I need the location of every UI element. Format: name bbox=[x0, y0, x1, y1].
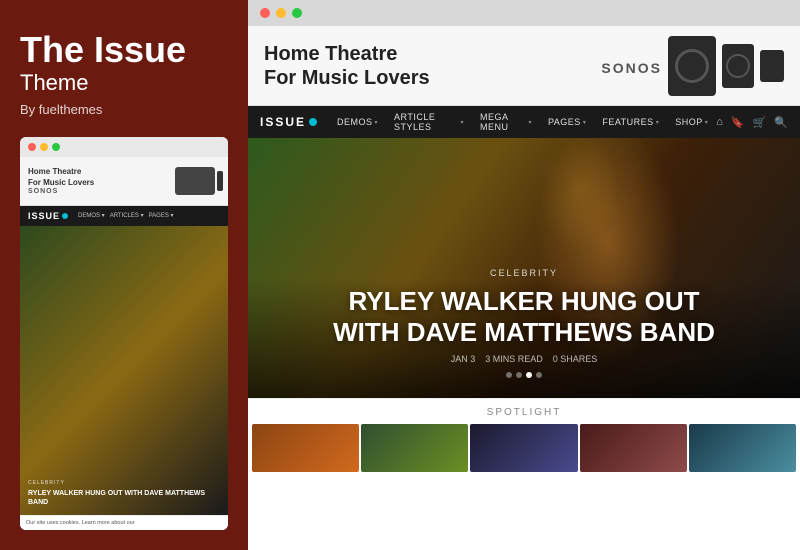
hero-dot-3-active[interactable] bbox=[526, 372, 532, 378]
nav-item-shop-label: SHOP bbox=[675, 117, 703, 127]
mini-logo-dot bbox=[62, 213, 68, 219]
browser-dot-yellow[interactable] bbox=[276, 8, 286, 18]
mini-ad-banner: Home Theatre For Music Lovers SONOS bbox=[20, 157, 228, 206]
spotlight-image-3[interactable] bbox=[470, 424, 577, 472]
browser-chrome bbox=[248, 0, 800, 26]
nav-features-arrow: ▾ bbox=[656, 119, 660, 126]
nav-item-demos-label: DEMOS bbox=[337, 117, 373, 127]
hero-section: CELEBRITY RYLEY WALKER HUNG OUT WITH DAV… bbox=[248, 138, 800, 398]
nav-shop-arrow: ▾ bbox=[705, 119, 709, 126]
nav-mega-arrow: ▾ bbox=[528, 119, 532, 126]
theme-subtitle: Theme bbox=[20, 70, 228, 96]
ad-text: Home Theatre For Music Lovers bbox=[264, 42, 430, 90]
browser-dot-green[interactable] bbox=[292, 8, 302, 18]
mini-ad-line1: Home Theatre bbox=[28, 166, 94, 177]
home-icon[interactable]: ⌂ bbox=[716, 116, 723, 128]
mini-dot-yellow bbox=[40, 143, 48, 151]
hero-title: RYLEY WALKER HUNG OUT WITH DAVE MATTHEWS… bbox=[272, 286, 776, 348]
browser-dot-red[interactable] bbox=[260, 8, 270, 18]
hero-dot-1[interactable] bbox=[506, 372, 512, 378]
hero-dot-2[interactable] bbox=[516, 372, 522, 378]
ad-speakers-image: SONOS bbox=[601, 36, 784, 96]
mini-logo: ISSUE bbox=[28, 211, 68, 221]
mini-ad-brand: SONOS bbox=[28, 188, 94, 195]
ad-tagline-line1: Home Theatre bbox=[264, 42, 430, 66]
hero-date: JAN 3 bbox=[451, 354, 476, 364]
hero-dot-4[interactable] bbox=[536, 372, 542, 378]
nav-icons: ⌂ 🔖 🛒 🔍 bbox=[716, 116, 788, 129]
mini-logo-text: ISSUE bbox=[28, 211, 60, 221]
ad-brand: SONOS bbox=[601, 60, 662, 76]
mini-hero: CELEBRITY RYLEY WALKER HUNG OUT WITH DAV… bbox=[20, 226, 228, 515]
mini-hero-content: CELEBRITY RYLEY WALKER HUNG OUT WITH DAV… bbox=[28, 480, 220, 507]
hero-title-line2: WITH DAVE MATTHEWS BAND bbox=[333, 317, 715, 347]
nav-demos-arrow: ▾ bbox=[375, 119, 379, 126]
mini-hero-title: RYLEY WALKER HUNG OUT WITH DAVE MATTHEWS… bbox=[28, 489, 220, 507]
spotlight-image-4[interactable] bbox=[580, 424, 687, 472]
mini-nav-item: DEMOS ▾ bbox=[78, 212, 105, 219]
nav-item-article-styles[interactable]: ARTICLE STYLES ▾ bbox=[386, 106, 472, 138]
browser-content: Home Theatre For Music Lovers SONOS ISSU… bbox=[248, 26, 800, 550]
main-browser: Home Theatre For Music Lovers SONOS ISSU… bbox=[248, 0, 800, 550]
nav-item-features-label: FEATURES bbox=[602, 117, 653, 127]
nav-pages-arrow: ▾ bbox=[583, 119, 587, 126]
site-logo[interactable]: ISSUE bbox=[260, 115, 317, 129]
spotlight-images bbox=[248, 424, 800, 474]
nav-items: DEMOS ▾ ARTICLE STYLES ▾ MEGA MENU ▾ PAG… bbox=[329, 106, 716, 138]
ad-banner: Home Theatre For Music Lovers SONOS bbox=[248, 26, 800, 106]
logo-dot-icon bbox=[309, 118, 317, 126]
mini-cookie-notice: Our site uses cookies. Learn more about … bbox=[20, 515, 228, 530]
hero-title-line1: RYLEY WALKER HUNG OUT bbox=[348, 286, 699, 316]
speaker-tiny-icon bbox=[760, 50, 784, 82]
mini-ad-image bbox=[170, 165, 220, 197]
spotlight-image-2[interactable] bbox=[361, 424, 468, 472]
spotlight-section: SPOTLIGHT bbox=[248, 398, 800, 478]
spotlight-image-5[interactable] bbox=[689, 424, 796, 472]
site-navbar: ISSUE DEMOS ▾ ARTICLE STYLES ▾ MEGA MENU… bbox=[248, 106, 800, 138]
hero-read-time: 3 MINS READ bbox=[485, 354, 543, 364]
cart-icon[interactable]: 🛒 bbox=[753, 116, 767, 129]
speaker-large-icon bbox=[668, 36, 716, 96]
nav-item-shop[interactable]: SHOP ▾ bbox=[667, 106, 716, 138]
nav-articles-arrow: ▾ bbox=[460, 119, 464, 126]
hero-meta: JAN 3 3 MINS READ 0 SHARES bbox=[272, 354, 776, 364]
speaker-small-icon bbox=[722, 44, 754, 88]
nav-item-mega-menu-label: MEGA MENU bbox=[480, 112, 527, 132]
mini-nav-item: ARTICLES ▾ bbox=[110, 212, 144, 219]
nav-item-features[interactable]: FEATURES ▾ bbox=[594, 106, 667, 138]
spotlight-label: SPOTLIGHT bbox=[248, 407, 800, 418]
site-logo-text: ISSUE bbox=[260, 115, 306, 129]
bookmark-icon[interactable]: 🔖 bbox=[731, 116, 745, 129]
nav-item-pages[interactable]: PAGES ▾ bbox=[540, 106, 594, 138]
hero-content: CELEBRITY RYLEY WALKER HUNG OUT WITH DAV… bbox=[272, 268, 776, 378]
mini-dot-green bbox=[52, 143, 60, 151]
sidebar: The Issue Theme By fuelthemes Home Theat… bbox=[0, 0, 248, 550]
mini-ad-line2: For Music Lovers bbox=[28, 177, 94, 188]
hero-carousel-dots bbox=[272, 372, 776, 378]
mini-nav: ISSUE DEMOS ▾ ARTICLES ▾ PAGES ▾ bbox=[20, 206, 228, 226]
mini-browser-chrome bbox=[20, 137, 228, 157]
theme-title: The Issue bbox=[20, 30, 228, 70]
hero-shares: 0 SHARES bbox=[553, 354, 598, 364]
mini-speaker-icon bbox=[175, 167, 215, 195]
nav-item-article-styles-label: ARTICLE STYLES bbox=[394, 112, 458, 132]
mini-browser-preview: Home Theatre For Music Lovers SONOS ISSU… bbox=[20, 137, 228, 530]
theme-author: By fuelthemes bbox=[20, 102, 228, 117]
search-icon[interactable]: 🔍 bbox=[774, 116, 788, 129]
hero-category-tag: CELEBRITY bbox=[272, 268, 776, 278]
nav-item-mega-menu[interactable]: MEGA MENU ▾ bbox=[472, 106, 540, 138]
mini-dot-red bbox=[28, 143, 36, 151]
mini-nav-item: PAGES ▾ bbox=[149, 212, 174, 219]
nav-item-pages-label: PAGES bbox=[548, 117, 581, 127]
spotlight-image-1[interactable] bbox=[252, 424, 359, 472]
mini-hero-tag: CELEBRITY bbox=[28, 480, 220, 486]
ad-tagline-line2: For Music Lovers bbox=[264, 66, 430, 90]
nav-item-demos[interactable]: DEMOS ▾ bbox=[329, 106, 386, 138]
mini-nav-items: DEMOS ▾ ARTICLES ▾ PAGES ▾ bbox=[78, 212, 174, 219]
